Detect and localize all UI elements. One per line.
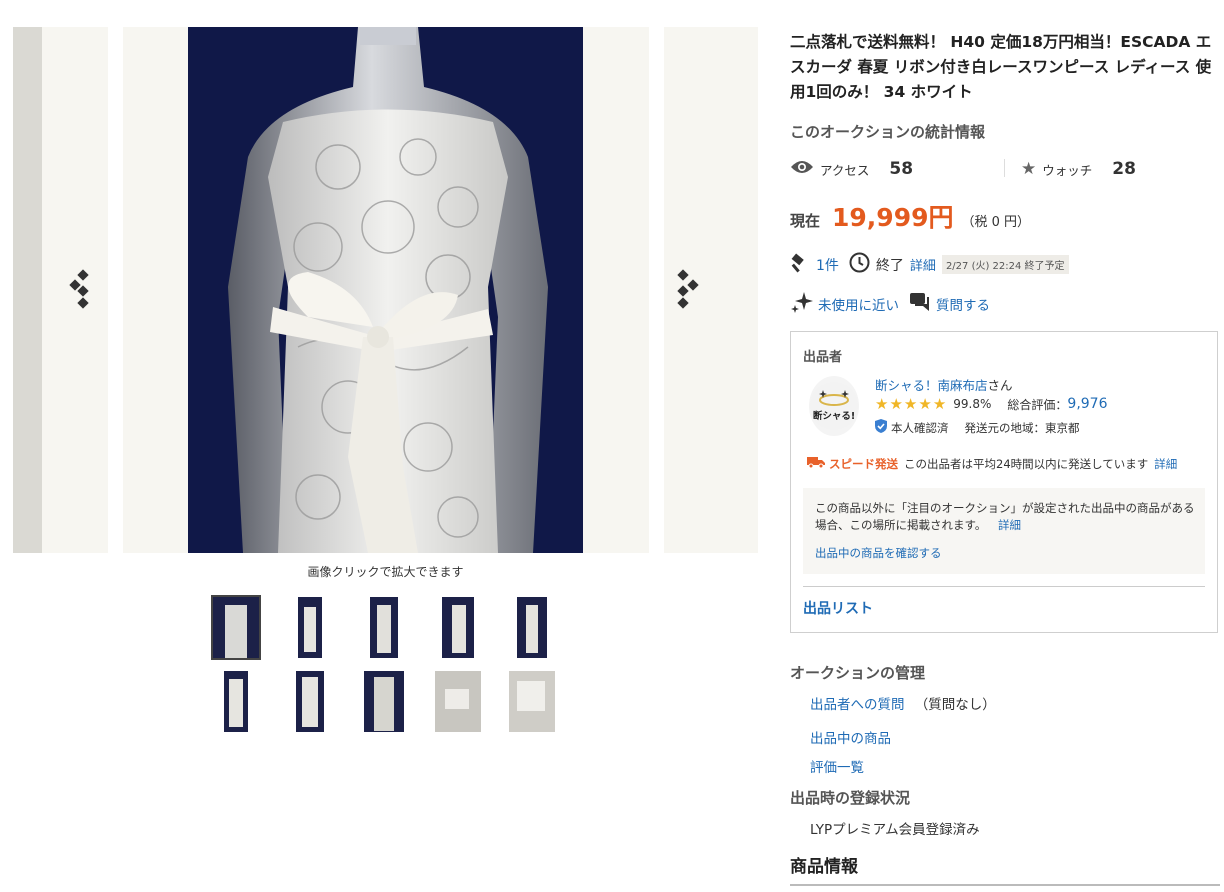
thumbnail[interactable] <box>287 597 333 658</box>
thumbnail[interactable] <box>213 671 259 732</box>
listing-title: 二点落札で送料無料！ H40 定価18万円相当！ESCADA エスカーダ 春夏 … <box>790 33 1212 101</box>
gavel-icon <box>790 252 810 277</box>
product-info-heading: 商品情報 <box>790 857 858 877</box>
prev-image-peek[interactable] <box>13 27 42 553</box>
featured-auction-notice: この商品以外に「注目のオークション」が設定された出品中の商品がある場合、この場所… <box>803 488 1205 574</box>
truck-icon <box>807 455 825 472</box>
seller-question-link[interactable]: 出品者への質問 <box>810 697 905 713</box>
verified-row: 本人確認済 発送元の地域：東京都 <box>875 419 1080 436</box>
management-heading: オークションの管理 <box>790 664 926 682</box>
thumbnail[interactable] <box>287 671 333 732</box>
view-listings-link[interactable]: 出品中の商品を確認する <box>815 545 942 562</box>
watch-count: 28 <box>1112 159 1136 179</box>
access-count: 58 <box>889 159 914 179</box>
image-gallery <box>13 27 758 553</box>
speed-text: この出品者は平均24時間以内に発送しています <box>904 456 1149 471</box>
dress-on-mannequin-image <box>188 27 583 553</box>
watch-label: ウォッチ <box>1042 162 1093 178</box>
ratings-list-link[interactable]: 評価一覧 <box>810 756 864 776</box>
price-row: 現在 19,999円 （税 0 円） <box>790 198 1030 234</box>
thumbnail[interactable] <box>361 671 407 732</box>
divider <box>790 884 1220 886</box>
registration-heading: 出品時の登録状況 <box>790 789 911 807</box>
star-icon: ★ <box>875 395 889 413</box>
seller-list-link[interactable]: 出品リスト <box>803 598 873 618</box>
seller-name-row: 断シャる！南麻布店さん <box>875 375 1013 394</box>
bid-row: 1件 終了 詳細 2/27 (火) 22:24 終了予定 <box>790 252 1069 277</box>
eye-icon <box>790 159 814 179</box>
bid-count-link[interactable]: 1件 <box>816 255 839 275</box>
registration-value: LYPプレミアム会員登録済み <box>810 822 980 838</box>
end-time-chip: 2/27 (火) 22:24 終了予定 <box>941 255 1069 274</box>
access-label: アクセス <box>820 162 870 178</box>
next-arrow-icon[interactable] <box>675 269 705 313</box>
rating-percent: 99.8% <box>953 397 992 411</box>
notice-detail-link[interactable]: 詳細 <box>998 518 1021 532</box>
thumbnail[interactable] <box>509 671 555 732</box>
star-icon: ★ <box>889 395 903 413</box>
main-product-image[interactable] <box>188 27 583 553</box>
condition-link[interactable]: 未使用に近い <box>818 294 899 314</box>
total-rating-label: 総合評価： <box>1007 397 1068 412</box>
speed-badge: スピード発送 <box>829 456 898 471</box>
watch-stat: ★ ウォッチ 28 <box>1021 157 1136 181</box>
star-icon: ★ <box>932 395 947 413</box>
shield-check-icon <box>875 419 887 436</box>
thumbnail[interactable] <box>361 597 407 658</box>
verified-label: 本人確認済 <box>891 420 949 435</box>
rating-row: ★ ★ ★ ★ ★ 99.8% 総合評価： 9,976 <box>875 395 1108 413</box>
seller-question-row: 出品者への質問 （質問なし） <box>810 693 996 713</box>
sparkle-icon <box>790 290 814 318</box>
tax-note: （税 0 円） <box>961 215 1031 230</box>
prev-arrow-icon[interactable] <box>67 269 97 313</box>
thumbnail[interactable] <box>435 671 481 732</box>
star-icon: ★ <box>1021 159 1037 179</box>
seller-heading: 出品者 <box>803 350 843 365</box>
stats-heading: このオークションの統計情報 <box>790 123 986 141</box>
seller-box: 出品者 断シャる! 断シャる！南麻布店さん ★ ★ ★ ★ ★ 99.8% 総合… <box>790 331 1218 633</box>
speed-detail-link[interactable]: 詳細 <box>1154 456 1177 472</box>
ship-from: 発送元の地域：東京都 <box>964 420 1080 435</box>
access-stat: アクセス 58 <box>790 157 913 181</box>
seller-honorific: さん <box>987 378 1013 393</box>
condition-row: 未使用に近い 質問する <box>790 290 990 318</box>
clock-icon <box>849 252 870 277</box>
total-rating-link[interactable]: 9,976 <box>1067 396 1107 412</box>
seller-avatar[interactable]: 断シャる! <box>809 376 859 436</box>
question-bubble-icon <box>909 292 931 316</box>
star-icon: ★ <box>903 395 918 413</box>
star-icon: ★ <box>918 395 932 413</box>
end-detail-link[interactable]: 詳細 <box>910 255 936 274</box>
end-label: 終了 <box>875 257 904 274</box>
notice-text-block: この商品以外に「注目のオークション」が設定された出品中の商品がある場合、この場所… <box>815 500 1195 534</box>
zoom-hint: 画像クリックで拡大できます <box>307 565 464 579</box>
divider <box>803 586 1205 587</box>
stats-divider <box>1004 159 1005 177</box>
ask-question-link[interactable]: 質問する <box>936 294 990 314</box>
seller-avatar-text: 断シャる! <box>813 410 855 422</box>
question-count-note: （質問なし） <box>914 697 996 713</box>
thumbnail[interactable] <box>435 597 481 658</box>
seller-name-link[interactable]: 断シャる！南麻布店 <box>875 378 988 393</box>
speed-shipping-row: スピード発送 この出品者は平均24時間以内に発送しています 詳細 <box>807 455 1177 472</box>
listed-items-link[interactable]: 出品中の商品 <box>810 727 891 747</box>
thumbnail[interactable] <box>211 595 261 660</box>
price-label: 現在 <box>790 212 821 230</box>
current-price: 19,999円 <box>832 203 954 232</box>
thumbnail[interactable] <box>509 597 555 658</box>
